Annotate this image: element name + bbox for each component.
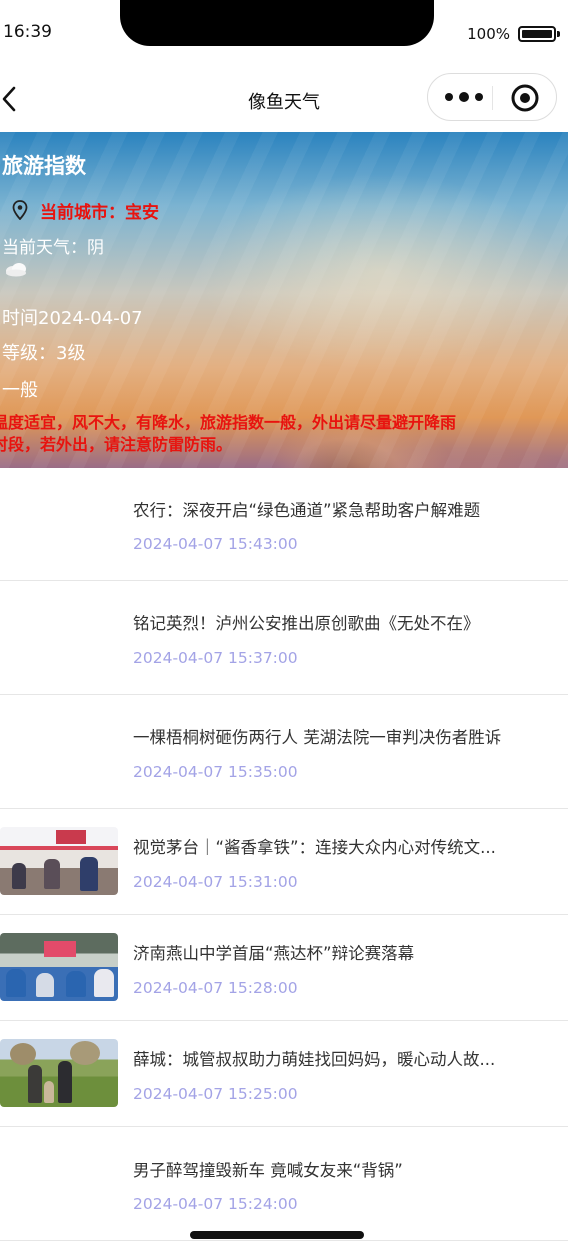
mini-program-capsule bbox=[427, 73, 557, 121]
news-title: 农行：深夜开启“绿色通道”紧急帮助客户解难题 bbox=[133, 501, 481, 520]
news-time: 2024-04-07 15:31:00 bbox=[133, 873, 298, 891]
index-date: 时间2024-04-07 bbox=[2, 308, 143, 329]
location-pin-icon bbox=[12, 200, 28, 220]
cloud-icon bbox=[6, 263, 26, 277]
news-time: 2024-04-07 15:43:00 bbox=[133, 535, 298, 553]
index-level: 等级：3级 bbox=[2, 343, 86, 364]
news-title: 一棵梧桐树砸伤两行人 芜湖法院一审判决伤者胜诉 bbox=[133, 728, 502, 747]
close-button[interactable] bbox=[510, 83, 540, 113]
news-time: 2024-04-07 15:35:00 bbox=[133, 763, 298, 781]
news-thumbnail bbox=[0, 933, 118, 1001]
home-indicator[interactable] bbox=[190, 1231, 364, 1239]
battery-icon bbox=[518, 26, 560, 42]
current-city: 当前城市：宝安 bbox=[40, 203, 159, 223]
travel-index-banner: 旅游指数 当前城市：宝安 当前天气：阴 时间2024-04-07 等级：3级 一… bbox=[0, 132, 568, 468]
news-item[interactable]: 一棵梧桐树砸伤两行人 芜湖法院一审判决伤者胜诉 2024-04-07 15:35… bbox=[0, 696, 568, 809]
news-title: 薛城：城管叔叔助力萌娃找回妈妈，暖心动人故... bbox=[133, 1050, 496, 1069]
news-time: 2024-04-07 15:24:00 bbox=[133, 1195, 298, 1213]
news-item[interactable]: 薛城：城管叔叔助力萌娃找回妈妈，暖心动人故... 2024-04-07 15:2… bbox=[0, 1022, 568, 1127]
travel-advice: 温度适宜，风不大，有降水，旅游指数一般，外出请尽量避开降雨 时段，若外出，请注意… bbox=[0, 412, 568, 456]
news-title: 铭记英烈！泸州公安推出原创歌曲《无处不在》 bbox=[133, 614, 480, 633]
navigation-bar: 像鱼天气 bbox=[0, 64, 568, 132]
battery-percentage: 100% bbox=[467, 25, 510, 43]
travel-advice-line-2: 时段，若外出，请注意防雷防雨。 bbox=[0, 435, 233, 454]
news-time: 2024-04-07 15:37:00 bbox=[133, 649, 298, 667]
status-time: 16:39 bbox=[3, 22, 52, 42]
current-weather: 当前天气：阴 bbox=[2, 238, 104, 258]
news-thumbnail bbox=[0, 1039, 118, 1107]
more-dots-icon bbox=[445, 92, 483, 102]
more-button[interactable] bbox=[442, 84, 486, 110]
news-item[interactable]: 济南燕山中学首届“燕达杯”辩论赛落幕 2024-04-07 15:28:00 bbox=[0, 916, 568, 1021]
news-time: 2024-04-07 15:28:00 bbox=[133, 979, 298, 997]
status-bar: 16:39 100% bbox=[0, 0, 568, 64]
news-title: 视觉茅台｜“酱香拿铁”：连接大众内心对传统文... bbox=[133, 838, 496, 857]
news-thumbnail bbox=[0, 827, 118, 895]
banner-title: 旅游指数 bbox=[2, 154, 86, 178]
travel-advice-line-1: 温度适宜，风不大，有降水，旅游指数一般，外出请尽量避开降雨 bbox=[0, 413, 457, 432]
news-time: 2024-04-07 15:25:00 bbox=[133, 1085, 298, 1103]
news-item[interactable]: 铭记英烈！泸州公安推出原创歌曲《无处不在》 2024-04-07 15:37:0… bbox=[0, 582, 568, 695]
target-circle-icon bbox=[511, 84, 539, 112]
news-item[interactable]: 视觉茅台｜“酱香拿铁”：连接大众内心对传统文... 2024-04-07 15:… bbox=[0, 810, 568, 915]
news-title: 济南燕山中学首届“燕达杯”辩论赛落幕 bbox=[133, 944, 415, 963]
index-description: 一般 bbox=[2, 380, 38, 401]
news-title: 男子醉驾撞毁新车 竟喊女友来“背锅” bbox=[133, 1161, 403, 1180]
news-item[interactable]: 男子醉驾撞毁新车 竟喊女友来“背锅” 2024-04-07 15:24:00 bbox=[0, 1128, 568, 1241]
capsule-divider bbox=[492, 86, 493, 110]
news-item[interactable]: 农行：深夜开启“绿色通道”紧急帮助客户解难题 2024-04-07 15:43:… bbox=[0, 468, 568, 581]
camera-notch bbox=[120, 0, 434, 46]
